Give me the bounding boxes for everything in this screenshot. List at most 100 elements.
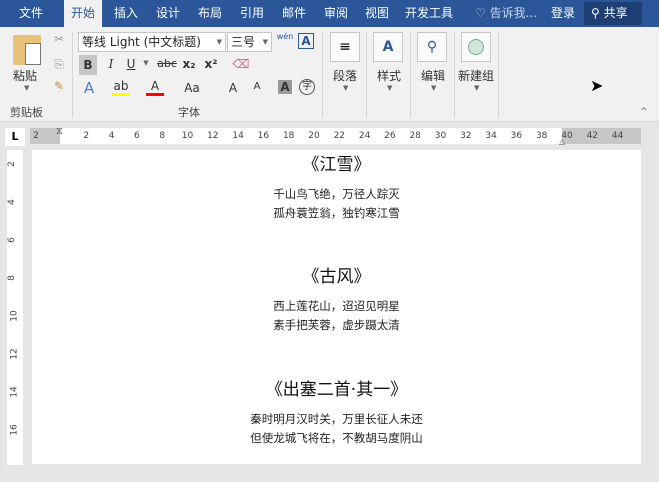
collapse-ribbon-icon[interactable]: ^ [640, 107, 648, 117]
paste-icon [13, 35, 41, 65]
mouse-cursor-icon: ➤ [590, 76, 604, 95]
lightbulb-icon: ♡ [475, 6, 486, 20]
ruler-label: 18 [282, 131, 295, 141]
ruler-label: 38 [535, 131, 548, 141]
ruler-label: 44 [611, 131, 624, 141]
highlight-color-bar [112, 93, 130, 96]
underline-dropdown[interactable]: ▼ [137, 59, 155, 67]
ruler-label: 28 [409, 131, 421, 141]
ruler-label: 6 [134, 131, 140, 141]
tab-home[interactable]: 开始 [64, 0, 103, 27]
ruler-label: 14 [232, 131, 244, 141]
paragraph-button[interactable]: 段落 [333, 67, 357, 84]
ruler-label: 22 [333, 131, 346, 141]
ruler-label: 2 [33, 131, 39, 141]
cut-icon[interactable]: ✂ [50, 32, 68, 46]
styles-dropdown-caret: ▼ [387, 84, 393, 92]
poem-line: 秦时明月汉时关，万里长征人未还 [250, 412, 423, 426]
tab-view[interactable]: 视图 [358, 0, 396, 27]
clear-formatting-icon[interactable]: ⌫ [232, 57, 250, 71]
tab-review[interactable]: 审阅 [317, 0, 355, 27]
ruler-label: 8 [159, 131, 166, 141]
ruler-label: 24 [358, 131, 371, 141]
ruler-label: 2 [83, 131, 90, 141]
tab-developer[interactable]: 开发工具 [398, 0, 460, 27]
ruler-label: 2 [6, 161, 17, 167]
editing-dropdown-caret: ▼ [431, 84, 437, 92]
clipboard-group-label: 剪贴板 [10, 106, 43, 119]
ruler-label: 20 [308, 131, 320, 141]
tab-insert[interactable]: 插入 [107, 0, 145, 27]
text-effects-icon[interactable]: A [80, 79, 98, 97]
user-add-icon: ⚲ [591, 6, 600, 20]
poem-line: 孤舟蓑笠翁，独钓寒江雪 [273, 206, 400, 220]
paragraph-icon[interactable]: ≡ [330, 32, 360, 62]
tab-references[interactable]: 引用 [233, 0, 271, 27]
vertical-ruler [7, 150, 23, 465]
ribbon: 粘贴 ▼ ✂ ⎘ ✎ 剪贴板 等线 Light (中文标题) ▼ 三号 ▼ wén … [0, 27, 659, 122]
ruler-label: 16 [9, 424, 20, 436]
sign-in-link[interactable]: 登录 [544, 0, 582, 27]
ruler-label: 10 [9, 310, 20, 322]
highlight-icon[interactable]: ab [112, 79, 130, 96]
tab-mailings[interactable]: 邮件 [275, 0, 313, 27]
enclose-characters-button[interactable]: 字 [299, 79, 315, 95]
new-group-button[interactable]: 新建组 [458, 67, 494, 84]
poem-line: 西上莲花山，迢迢见明星 [273, 299, 400, 313]
new-group-dropdown-caret: ▼ [474, 84, 480, 92]
paragraph-dropdown-caret: ▼ [343, 84, 349, 92]
ruler-label: 4 [6, 199, 17, 205]
italic-button[interactable]: I [102, 57, 120, 71]
poem-title: 《古风》 [302, 267, 371, 287]
paste-dropdown[interactable]: ▼ [24, 84, 29, 92]
font-name-select[interactable]: 等线 Light (中文标题) ▼ [78, 32, 226, 52]
copy-icon[interactable]: ⎘ [50, 57, 68, 72]
styles-button[interactable]: 样式 [377, 67, 401, 84]
search-icon[interactable]: ⚲ [417, 32, 447, 62]
share-button[interactable]: ⚲ 共享 [584, 2, 642, 25]
poem-title: 《江雪》 [302, 155, 371, 175]
ruler-label: 8 [6, 275, 17, 281]
tab-layout[interactable]: 布局 [191, 0, 229, 27]
tell-me-search[interactable]: ♡ 告诉我... [468, 0, 544, 27]
ruler-label: 26 [384, 131, 396, 141]
tab-file[interactable]: 文件 [12, 0, 50, 27]
format-painter-icon[interactable]: ✎ [50, 79, 68, 93]
phonetic-guide-icon[interactable]: wén [276, 32, 294, 41]
font-group-label: 字体 [178, 106, 200, 119]
character-shading-button[interactable]: A [278, 80, 292, 94]
superscript-button[interactable]: x² [202, 57, 220, 71]
right-indent-marker-icon[interactable]: △ [559, 137, 565, 146]
ruler-label: 34 [485, 131, 497, 141]
tab-design[interactable]: 设计 [149, 0, 187, 27]
ruler-label: 6 [6, 237, 17, 243]
tab-selector-button[interactable]: L [5, 128, 25, 146]
shrink-font-button[interactable]: A [248, 81, 266, 92]
editing-button[interactable]: 编辑 [421, 67, 445, 84]
subscript-button[interactable]: x₂ [180, 57, 198, 71]
character-border-icon[interactable]: A [298, 33, 314, 49]
strikethrough-button[interactable]: abc [155, 57, 179, 70]
indent-marker-icon[interactable]: ⧖ [56, 126, 63, 137]
ribbon-tab-bar: 文件 开始 插入 设计 布局 引用 邮件 审阅 视图 开发工具 ♡ 告诉我...… [0, 0, 659, 27]
ruler-label: 42 [586, 131, 599, 141]
poem-title: 《出塞二首·其一》 [265, 380, 408, 400]
ruler-label: 16 [257, 131, 270, 141]
poem-line: 千山鸟飞绝，万径人踪灭 [273, 187, 400, 201]
grow-font-button[interactable]: A [224, 81, 242, 95]
change-case-button[interactable]: Aa [180, 81, 204, 95]
styles-icon[interactable]: A [373, 32, 403, 62]
ruler-label: 32 [460, 131, 472, 141]
font-size-select[interactable]: 三号 ▼ [227, 32, 272, 52]
document-page[interactable]: 《江雪》 千山鸟飞绝，万径人踪灭 孤舟蓑笠翁，独钓寒江雪 《古风》 西上莲花山，… [32, 150, 641, 464]
font-color-icon[interactable]: A [146, 79, 164, 96]
ruler-label: 10 [181, 131, 194, 141]
font-color-bar [146, 93, 164, 96]
bold-button[interactable]: B [79, 55, 97, 75]
ruler-label: 14 [9, 386, 20, 398]
circle-icon[interactable] [461, 32, 491, 62]
ruler-label: 12 [207, 131, 219, 141]
ruler-label: 12 [9, 348, 20, 360]
paste-button[interactable]: 粘贴 [13, 67, 37, 84]
poem-line: 素手把芙蓉，虚步蹑太清 [273, 318, 400, 332]
